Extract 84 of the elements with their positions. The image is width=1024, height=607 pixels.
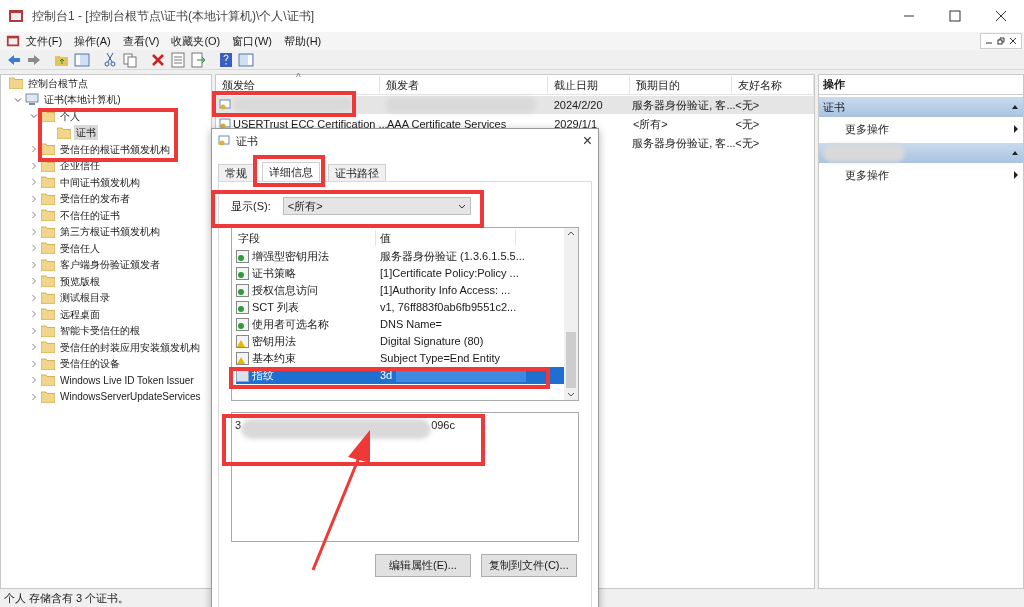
field-name: 授权信息访问 <box>252 283 318 299</box>
field-row[interactable]: 证书策略 [1]Certificate Policy:Policy ... <box>236 265 564 282</box>
column-header[interactable]: 颁发者 <box>380 76 548 94</box>
show-label: 显示(S): <box>231 198 271 214</box>
section-header[interactable]: 证书 <box>819 97 1023 117</box>
table-cell: 服务器身份验证, 客... <box>632 98 736 111</box>
field-value: DNS Name= <box>380 317 443 333</box>
tree-item[interactable]: 受信任的发布者 <box>58 191 132 207</box>
detail-text: 096c <box>431 418 455 433</box>
column-header[interactable]: 友好名称 <box>732 76 814 94</box>
tree-item[interactable]: 证书(本地计算机) <box>42 92 123 108</box>
tree-item[interactable]: 受信任的根证书颁发机构 <box>58 141 172 157</box>
tree-item[interactable]: 中间证书颁发机构 <box>58 174 142 190</box>
field-row[interactable]: SCT 列表 v1, 76ff883f0ab6fb9551c2... <box>236 299 564 316</box>
column-header[interactable]: 值 <box>376 229 516 247</box>
field-row[interactable]: 授权信息访问 [1]Authority Info Access: ... <box>236 282 564 299</box>
menu-item[interactable]: 收藏夹(O) <box>165 32 227 50</box>
column-header[interactable]: 字段 <box>236 229 376 247</box>
menu-item[interactable]: 操作(A) <box>68 32 117 50</box>
tree-item[interactable]: 受信任的封装应用安装颁发机构 <box>58 339 202 355</box>
table-cell: 2029/1/1 <box>554 117 598 130</box>
tree-item[interactable]: 受信任人 <box>58 240 102 256</box>
field-name: 基本约束 <box>252 351 296 367</box>
field-value: v1, 76ff883f0ab6fb9551c2... <box>380 300 517 316</box>
tab[interactable]: 常规 <box>218 164 254 181</box>
field-name: 密钥用法 <box>252 334 296 350</box>
table-cell: <无> <box>735 117 760 130</box>
column-header[interactable]: 颁发给 <box>216 76 381 94</box>
field-row[interactable]: 密钥用法 Digital Signature (80) <box>236 333 564 350</box>
field-value: 3d <box>380 368 393 384</box>
tree-item[interactable]: 客户端身份验证颁发者 <box>58 257 162 273</box>
table-row[interactable]: 2024/2/20 服务器身份验证, 客...<无> <box>216 96 814 114</box>
tree-item[interactable]: 第三方根证书颁发机构 <box>58 224 162 240</box>
tree-item[interactable]: 受信任的设备 <box>58 356 122 372</box>
field-name: 使用者可选名称 <box>252 317 329 333</box>
field-value: [1]Authority Info Access: ... <box>380 283 511 299</box>
status-text: 个人 存储含有 3 个证书。 <box>4 590 130 606</box>
section-title: 证书 <box>823 99 845 115</box>
dialog-title: 证书 <box>236 133 258 149</box>
tree-item[interactable]: 测试根目录 <box>58 290 112 306</box>
action-item[interactable]: 更多操作 <box>845 120 889 138</box>
menu-item[interactable]: 帮助(H) <box>278 32 328 50</box>
tree-item[interactable]: 不信任的证书 <box>58 207 122 223</box>
field-value: Digital Signature (80) <box>380 334 484 350</box>
tree-item[interactable]: 个人 <box>58 108 82 124</box>
field-value: 服务器身份验证 (1.3.6.1.5.5... <box>380 249 525 265</box>
table-cell: 服务器身份验证, 客... <box>632 136 736 149</box>
table-row[interactable]: USERTrust ECC Certification ...AAA Certificate Services 2029/1/1 <所有> <无> <box>216 115 814 133</box>
dialog-button[interactable]: 编辑属性(E)... <box>375 554 471 577</box>
dialog-button[interactable]: 复制到文件(C)... <box>481 554 577 577</box>
menu-item[interactable]: 文件(F) <box>20 32 69 50</box>
field-value: [1]Certificate Policy:Policy ... <box>380 266 519 282</box>
detail-text: 3 <box>235 418 242 433</box>
field-row[interactable]: 基本约束 Subject Type=End Entity <box>236 350 564 367</box>
tree-item[interactable]: Windows Live ID Token Issuer <box>58 372 196 388</box>
column-header[interactable]: 截止日期 <box>547 76 630 94</box>
tree-item[interactable]: WindowsServerUpdateServices <box>58 389 203 405</box>
column-header[interactable]: 预期目的 <box>629 76 733 94</box>
menu-item[interactable]: 查看(V) <box>116 32 166 50</box>
close-button[interactable]: × <box>582 133 592 149</box>
tree-item[interactable]: 智能卡受信任的根 <box>58 323 142 339</box>
table-cell: <无> <box>735 98 760 111</box>
tree-item[interactable]: 证书 <box>74 125 98 141</box>
window-title: 控制台1 - [控制台根节点\证书(本地计算机)\个人\证书] <box>32 8 314 25</box>
action-item[interactable]: 更多操作 <box>845 166 889 184</box>
menu-item[interactable]: 窗口(W) <box>226 32 278 50</box>
tab[interactable]: 证书路径 <box>328 164 386 181</box>
tree-item[interactable]: 控制台根节点 <box>26 75 90 91</box>
field-name: SCT 列表 <box>252 300 299 316</box>
table-cell: <无> <box>735 136 760 149</box>
show-dropdown[interactable]: <所有> <box>282 197 471 215</box>
field-name: 增强型密钥用法 <box>252 249 329 265</box>
tab[interactable]: 详细信息 <box>262 162 320 181</box>
table-cell: 2024/2/20 <box>553 98 603 111</box>
field-row[interactable]: 使用者可选名称 DNS Name= <box>236 316 564 333</box>
field-name: 证书策略 <box>252 266 296 282</box>
actions-title: 操作 <box>819 75 1023 95</box>
field-value: Subject Type=End Entity <box>380 351 500 367</box>
field-row[interactable]: 增强型密钥用法 服务器身份验证 (1.3.6.1.5.5... <box>236 248 564 265</box>
table-cell-text: AAA Certificate Services <box>387 116 507 132</box>
table-cell-text: USERTrust ECC Certification ... <box>233 116 388 132</box>
table-cell: <所有> <box>632 117 668 130</box>
tree-item[interactable]: 预览版根 <box>58 273 102 289</box>
tree-item[interactable]: 远程桌面 <box>58 306 102 322</box>
